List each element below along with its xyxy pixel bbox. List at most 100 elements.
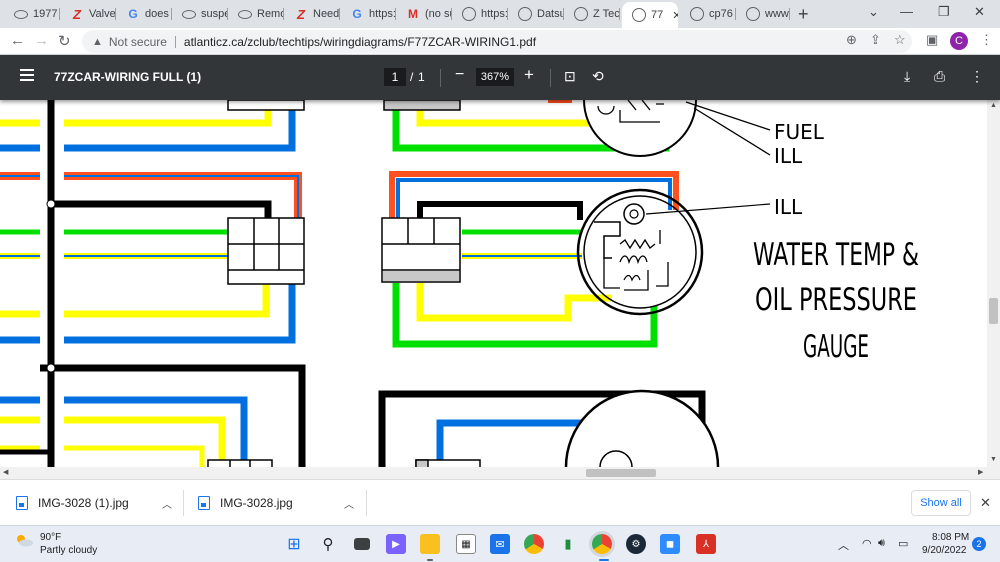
browser-menu-icon[interactable]: ⋮ xyxy=(980,32,993,48)
zoom-out-button[interactable]: − xyxy=(455,66,464,84)
tab-gmail[interactable]: M (no su xyxy=(396,2,452,26)
zoom-app-icon[interactable]: ◼ xyxy=(660,534,680,554)
weather-description[interactable]: Partly cloudy xyxy=(40,545,97,556)
chevron-up-tray-icon[interactable]: ︿ xyxy=(838,537,849,553)
tab-https-1[interactable]: Ghttps: xyxy=(340,2,396,26)
toolbar-divider xyxy=(550,69,551,87)
side-panel-icon[interactable]: ▣ xyxy=(926,32,938,48)
horizontal-scroll-thumb[interactable] xyxy=(586,469,656,477)
horizontal-scrollbar[interactable]: ◀ ▶ xyxy=(0,467,1000,479)
search-icon[interactable]: ⚲ xyxy=(318,534,338,554)
scroll-down-icon[interactable]: ▼ xyxy=(990,456,997,463)
tab-cp76[interactable]: cp76 xyxy=(680,2,736,26)
file-explorer-icon[interactable] xyxy=(420,534,440,554)
new-tab-icon[interactable]: + xyxy=(798,4,809,25)
tab-ztech[interactable]: Z Tech xyxy=(564,2,620,26)
acrobat-icon[interactable]: ⅄ xyxy=(696,534,716,554)
forward-icon[interactable]: → xyxy=(34,32,49,49)
notification-badge[interactable]: 2 xyxy=(972,537,986,551)
chrome-profile-icon[interactable] xyxy=(592,534,612,554)
tab-https-2[interactable]: https: xyxy=(452,2,508,26)
globe-icon xyxy=(574,7,588,21)
download-filename[interactable]: IMG-3028.jpg xyxy=(220,496,293,510)
toolbar-divider xyxy=(440,69,441,87)
task-view-icon[interactable] xyxy=(354,538,370,550)
store-icon[interactable]: ▦ xyxy=(456,534,476,554)
minimize-icon[interactable]: — xyxy=(900,4,913,19)
tab-valve[interactable]: Z Valve xyxy=(60,2,116,26)
reload-icon[interactable]: ↻ xyxy=(58,32,71,50)
scroll-left-icon[interactable]: ◀ xyxy=(3,468,8,476)
address-separator xyxy=(174,35,176,48)
download-filename[interactable]: IMG-3028 (1).jpg xyxy=(38,496,129,510)
tab-datsu[interactable]: Datsu xyxy=(508,2,564,26)
scroll-up-icon[interactable]: ▲ xyxy=(990,102,997,109)
oval-logo-icon xyxy=(14,9,28,19)
share-icon[interactable]: ⇪ xyxy=(870,32,881,48)
gauge-title-line-1: WATER TEMP & xyxy=(753,237,919,273)
warning-icon[interactable]: ▲ xyxy=(92,36,103,48)
tab-active-pdf[interactable]: 77 ✕ xyxy=(622,2,678,28)
page-number-input[interactable]: 1 xyxy=(384,68,406,86)
security-label[interactable]: Not secure xyxy=(109,35,167,49)
bookmark-star-icon[interactable]: ☆ xyxy=(894,32,906,48)
print-icon[interactable]: ⎙ xyxy=(934,68,945,85)
stocks-icon[interactable]: ▮ xyxy=(558,534,578,554)
vertical-scroll-thumb[interactable] xyxy=(989,298,998,324)
clock-date[interactable]: 9/20/2022 xyxy=(922,545,967,556)
tab-title: 1977 xyxy=(33,8,58,20)
profile-avatar[interactable]: C xyxy=(950,32,968,50)
close-downloads-icon[interactable]: ✕ xyxy=(980,495,991,511)
globe-icon xyxy=(632,8,646,22)
download-item[interactable]: IMG-3028 (1).jpg xyxy=(16,491,129,515)
zoom-level-input[interactable]: 367% xyxy=(476,68,514,86)
teams-chat-icon[interactable]: ▶ xyxy=(386,534,406,554)
chevron-up-icon[interactable]: ︿ xyxy=(162,496,172,511)
download-icon[interactable]: ⤓ xyxy=(904,68,910,85)
address-bar[interactable]: ▲ Not secure atlanticz.ca/zclub/techtips… xyxy=(82,30,912,53)
tab-remo[interactable]: Remo xyxy=(228,2,284,26)
weather-temperature[interactable]: 90°F xyxy=(40,532,61,543)
pdf-title: 77ZCAR-WIRING FULL (1) xyxy=(54,70,202,84)
mail-icon[interactable]: ✉ xyxy=(490,534,510,554)
rotate-icon[interactable]: ⟲ xyxy=(592,68,604,85)
fit-page-icon[interactable]: ⊡ xyxy=(564,68,576,85)
page-separator: / xyxy=(410,70,414,84)
chrome-icon[interactable] xyxy=(524,534,544,554)
label-ill-2: ILL xyxy=(774,195,803,219)
volume-icon[interactable]: 🔊︎ xyxy=(878,537,885,550)
restore-icon[interactable]: ❐ xyxy=(938,4,950,20)
tab-does[interactable]: Gdoes xyxy=(116,2,172,26)
download-item[interactable]: IMG-3028.jpg xyxy=(198,491,293,515)
steam-icon[interactable]: ⚙ xyxy=(626,534,646,554)
zoom-icon[interactable]: ⊕ xyxy=(846,32,857,48)
battery-icon[interactable]: ▭ xyxy=(898,537,908,550)
close-window-icon[interactable]: ✕ xyxy=(974,4,985,20)
google-icon: G xyxy=(128,7,138,21)
gmail-icon: M xyxy=(408,7,418,21)
windows-start-icon[interactable]: ⊞ xyxy=(284,534,304,554)
partly-cloudy-icon[interactable] xyxy=(14,533,34,547)
back-icon[interactable]: ← xyxy=(10,32,25,49)
tab-suspe[interactable]: suspe xyxy=(172,2,228,26)
image-file-icon xyxy=(198,496,210,510)
chevron-up-icon[interactable]: ︿ xyxy=(344,496,354,511)
clock-time[interactable]: 8:08 PM xyxy=(932,532,969,543)
tab-www[interactable]: www. xyxy=(736,2,790,26)
url-text[interactable]: atlanticz.ca/zclub/techtips/wiringdiagra… xyxy=(184,35,536,49)
wifi-icon[interactable]: ◠ xyxy=(862,537,872,550)
tab-1977[interactable]: 1977 xyxy=(4,2,60,26)
zoom-in-button[interactable]: + xyxy=(524,65,534,85)
tab-search-chevron-icon[interactable]: ⌄ xyxy=(868,4,879,20)
google-icon: G xyxy=(352,7,362,21)
scroll-right-icon[interactable]: ▶ xyxy=(978,468,983,476)
pdf-viewport[interactable]: FUEL ILL ILL WATER TEMP & OIL PRESSURE G… xyxy=(0,100,987,467)
vertical-scrollbar[interactable]: ▲ ▼ xyxy=(987,100,1000,467)
tab-need[interactable]: Z Need xyxy=(284,2,340,26)
tab-title: Remo xyxy=(257,8,284,20)
more-options-icon[interactable]: ⋮ xyxy=(970,68,984,85)
close-tab-icon[interactable]: ✕ xyxy=(672,9,678,22)
hamburger-menu-icon[interactable] xyxy=(20,69,34,84)
show-all-button[interactable]: Show all xyxy=(911,490,971,516)
tab-title: does xyxy=(145,8,169,20)
